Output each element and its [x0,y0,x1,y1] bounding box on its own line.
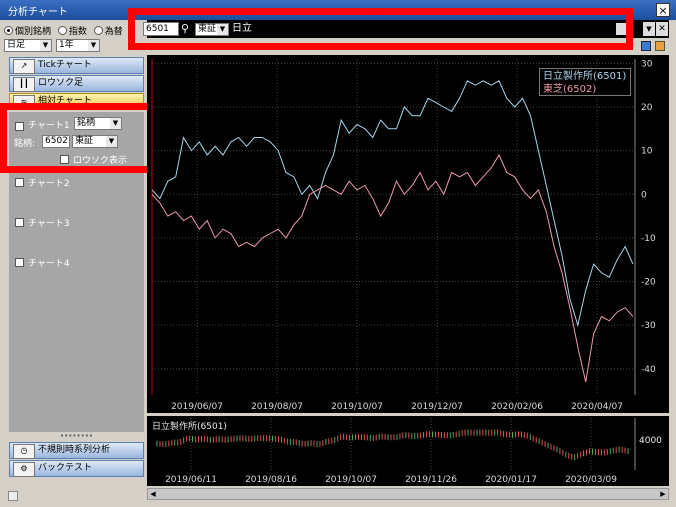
y-tick-label: -30 [641,321,656,331]
checkbox-icon [15,258,24,267]
x-tick-label: 2019/06/07 [171,402,223,412]
sub-x-tick-label: 2019/08/16 [245,475,297,485]
radio-index[interactable]: 指数 [57,26,87,36]
tick-chart-icon: ↗ [13,59,35,74]
window-title: 分析チャート [8,7,68,18]
y-tick-label: -40 [641,365,656,375]
y-tick-label: 30 [641,59,653,69]
legend-toshiba: 東芝(6502) [543,84,597,95]
radio-dot-icon [4,26,13,35]
chart3-checkbox[interactable]: チャート3 [15,216,85,229]
y-tick-label: 0 [641,190,647,200]
main-chart-panel: 2019/06/07 2019/08/07 2019/10/07 2019/12/07… [147,55,669,413]
y-tick-label: 20 [641,103,653,113]
candlestick-icon: ┃┃ [13,77,35,92]
radio-individual[interactable]: 個別銘柄 [4,26,51,36]
series-line-0 [151,80,634,328]
print-icon[interactable] [641,41,651,51]
nav-backtest[interactable]: ⚙ バックテスト [9,460,144,477]
scroll-left-icon[interactable]: ◀ [148,489,158,499]
chevron-down-icon[interactable]: ▼ [643,22,655,36]
close-button[interactable]: × [656,3,670,17]
radio-fx[interactable]: 為替 [93,26,123,36]
legend-hitachi: 日立製作所(6501) [543,71,627,82]
nav-tick-chart[interactable]: ↗ Tickチャート [9,57,144,74]
sub-x-tick-label: 2019/10/07 [325,475,377,485]
chevron-down-icon: ▼ [88,40,99,51]
x-tick-label: 2020/04/07 [571,402,623,412]
highlight-search-bar [128,8,633,50]
clock-icon: ◷ [13,444,35,459]
series-line-1 [151,153,634,383]
checkbox-icon [15,178,24,187]
main-chart: 2019/06/07 2019/08/07 2019/10/07 2019/12/07… [151,59,656,412]
sub-chart-title: 日立製作所(6501) [152,422,227,432]
sub-chart-panel: 2019/06/11 2019/08/16 2019/10/07 2019/11/26… [147,416,669,486]
sub-x-tick-label: 2020/01/17 [485,475,537,485]
nav-candlestick[interactable]: ┃┃ ロウソク足 [9,75,144,92]
sub-x-tick-label: 2019/11/26 [405,475,457,485]
scroll-right-icon[interactable]: ▶ [658,489,668,499]
sub-chart-ytick: 4000 [639,436,662,446]
save-image-icon[interactable] [655,41,665,51]
clear-icon[interactable]: ✕ [656,22,668,36]
y-tick-label: -20 [641,278,656,288]
period-select[interactable]: 日足 ▼ [4,39,52,52]
x-tick-label: 2019/10/07 [331,402,383,412]
highlight-chart1-settings [0,103,158,173]
range-select[interactable]: 1年 ▼ [56,39,100,52]
checkbox-icon [15,218,24,227]
radio-dot-icon [93,26,103,35]
sub-x-tick-label: 2019/06/11 [165,475,217,485]
sub-x-tick-label: 2020/03/09 [565,475,617,485]
backtest-icon: ⚙ [13,462,35,477]
nav-irregular-timeseries[interactable]: ◷ 不規則時系列分析 [9,442,144,459]
x-tick-label: 2020/02/06 [491,402,543,412]
chart-legend: 日立製作所(6501) 東芝(6502) [539,68,631,96]
y-tick-label: -10 [641,234,656,244]
x-tick-label: 2019/12/07 [411,402,463,412]
splitter-handle[interactable]: •••••••• [9,433,144,440]
y-tick-label: 10 [641,147,653,157]
horizontal-scrollbar[interactable]: ◀ ▶ [147,488,669,500]
x-tick-label: 2019/08/07 [251,402,303,412]
chart4-checkbox[interactable]: チャート4 [15,256,85,269]
resize-grip-icon[interactable] [8,491,18,501]
chevron-down-icon: ▼ [40,40,51,51]
chart2-checkbox[interactable]: チャート2 [15,176,85,189]
status-bar [0,487,147,507]
radio-dot-icon [57,26,67,35]
